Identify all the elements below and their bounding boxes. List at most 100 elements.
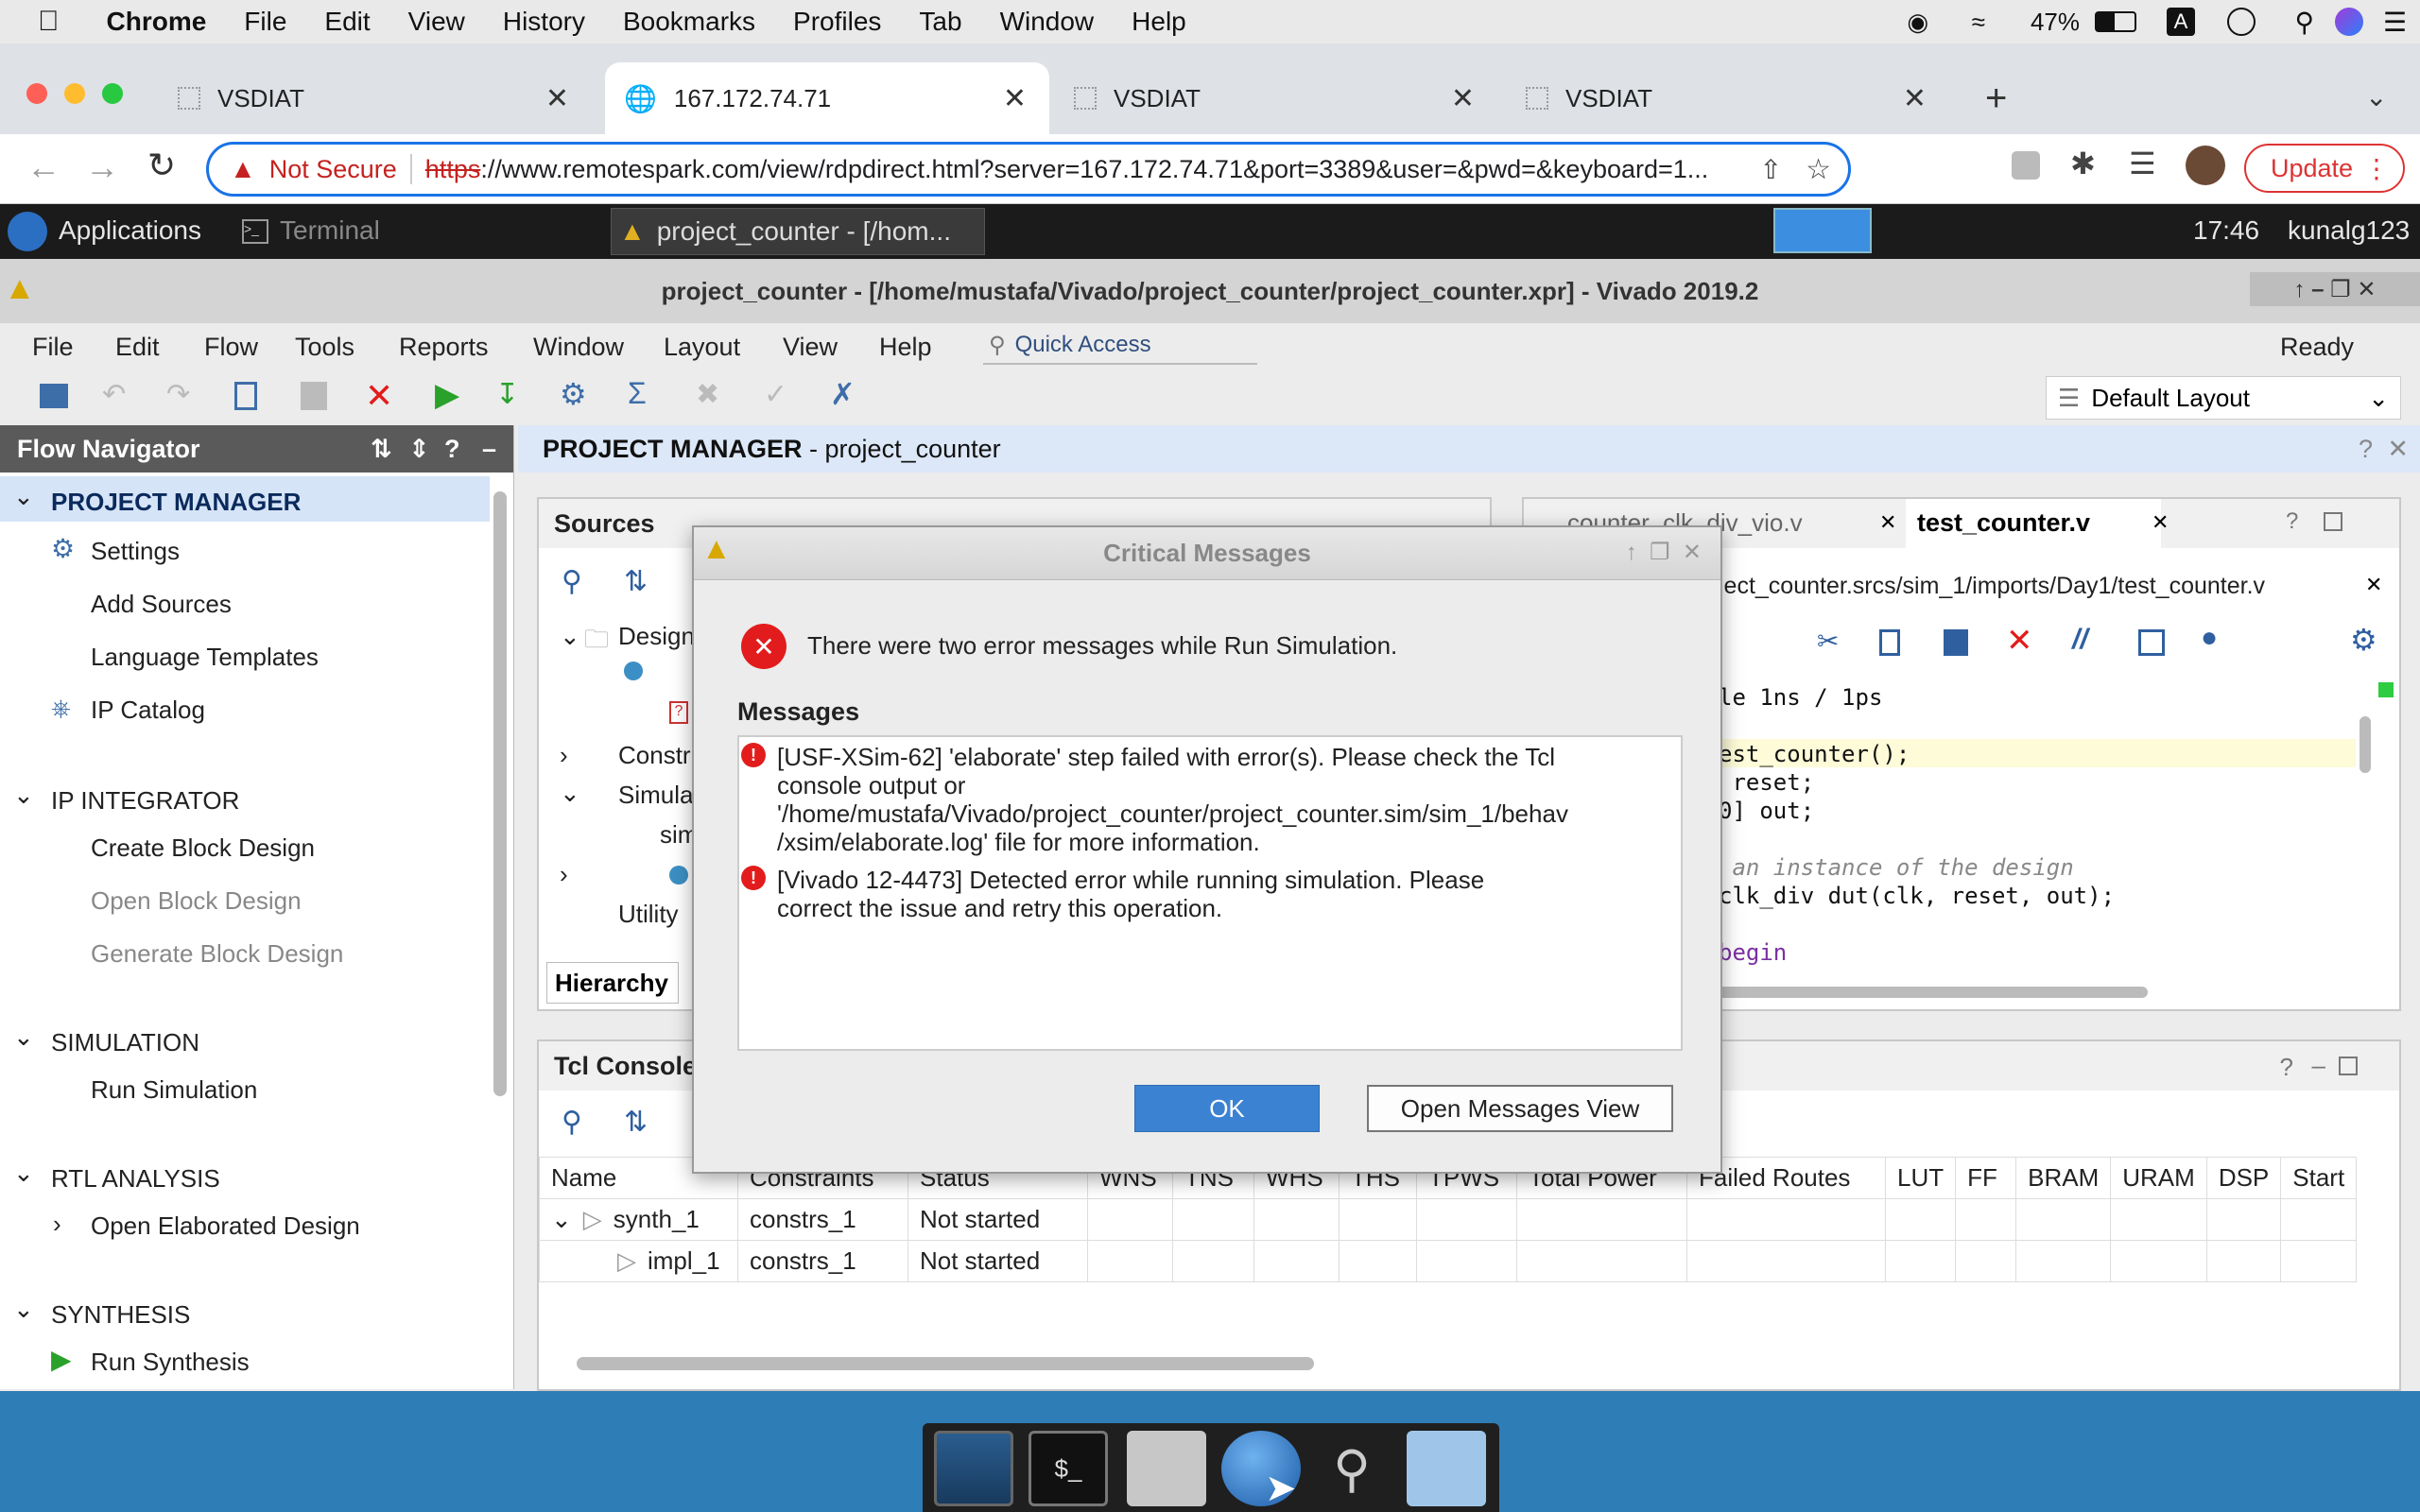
tab-vsdiat-3[interactable]: VSDIAT ✕ xyxy=(1514,62,1949,134)
app-menu[interactable]: Chrome xyxy=(107,7,207,37)
col-start[interactable]: Start xyxy=(2280,1157,2358,1199)
vmenu-reports[interactable]: Reports xyxy=(399,333,489,362)
col-ff[interactable]: FF xyxy=(1955,1157,2017,1199)
runs-hscrollbar[interactable] xyxy=(577,1357,1314,1370)
tree-constraints[interactable]: Constr xyxy=(618,741,691,770)
paste-icon[interactable] xyxy=(1944,629,1968,656)
search-icon[interactable]: ⚲ xyxy=(562,565,582,598)
collapse-all-icon[interactable]: ⇅ xyxy=(371,435,392,464)
expand-icon[interactable]: ⇕ xyxy=(408,435,430,464)
nav-add-sources[interactable]: Add Sources xyxy=(91,590,232,619)
run-name-cell[interactable]: ⌄ ▷ synth_1 xyxy=(539,1198,738,1241)
bulb-icon[interactable]: ● xyxy=(2201,622,2218,654)
settings-gear-icon[interactable]: ⚙ xyxy=(560,376,587,412)
copy-icon[interactable] xyxy=(234,382,257,410)
xfce-logo-icon[interactable] xyxy=(8,212,47,251)
chevron-down-icon[interactable]: ⌄ xyxy=(560,622,580,651)
block-icon[interactable] xyxy=(2138,629,2165,656)
close-icon[interactable]: ✕ xyxy=(2152,510,2169,535)
chevron-right-icon[interactable]: › xyxy=(53,1210,61,1239)
vmenu-flow[interactable]: Flow xyxy=(204,333,258,362)
terminal-icon[interactable]: $_ xyxy=(1028,1431,1108,1506)
chevron-right-icon[interactable]: › xyxy=(560,741,568,770)
nav-project-manager[interactable]: PROJECT MANAGER xyxy=(51,488,301,517)
chevron-down-icon[interactable]: ⌄ xyxy=(13,1022,34,1052)
vmenu-help[interactable]: Help xyxy=(879,333,932,362)
delete-icon[interactable]: ✕ xyxy=(2006,622,2033,660)
flow-nav-scrollbar[interactable] xyxy=(493,491,507,1096)
nav-open-elaborated-design[interactable]: Open Elaborated Design xyxy=(91,1211,360,1241)
vmenu-view[interactable]: View xyxy=(783,333,838,362)
vmenu-window[interactable]: Window xyxy=(533,333,624,362)
nav-ip-integrator[interactable]: IP INTEGRATOR xyxy=(51,786,239,816)
new-tab-icon[interactable]: + xyxy=(1985,77,2007,120)
tree-utility[interactable]: Utility xyxy=(618,900,679,929)
home-folder-icon[interactable] xyxy=(1127,1431,1206,1506)
tab-vsdiat-2[interactable]: VSDIAT ✕ xyxy=(1063,62,1497,134)
open-messages-view-button[interactable]: Open Messages View xyxy=(1367,1085,1673,1132)
window-controls[interactable]: ↑ – ❐ ✕ xyxy=(2250,272,2420,306)
paste-icon[interactable] xyxy=(301,382,327,410)
ok-button[interactable]: OK xyxy=(1134,1085,1320,1132)
extensions-icon[interactable] xyxy=(2012,151,2040,180)
control-center-icon[interactable]: ☰ xyxy=(2383,7,2407,38)
search-icon[interactable]: ⚲ xyxy=(562,1106,582,1139)
nav-language-templates[interactable]: Language Templates xyxy=(91,643,319,672)
col-bram[interactable]: BRAM xyxy=(2015,1157,2112,1199)
help-icon[interactable]: ? xyxy=(2359,435,2373,464)
auto-connect-icon[interactable]: ✖ xyxy=(696,378,719,411)
menu-help[interactable]: Help xyxy=(1132,7,1186,37)
reload-icon[interactable]: ↻ xyxy=(147,146,176,185)
forward-icon[interactable]: → xyxy=(85,147,119,187)
table-row[interactable]: ⌄ ▷ synth_1 constrs_1 Not started xyxy=(539,1198,2358,1241)
menu-tab[interactable]: Tab xyxy=(919,7,961,37)
chevron-down-icon[interactable]: ⌄ xyxy=(13,1159,34,1188)
nav-create-block-design[interactable]: Create Block Design xyxy=(91,833,315,863)
undo-icon[interactable]: ↶ xyxy=(102,378,126,411)
nav-rtl-analysis[interactable]: RTL ANALYSIS xyxy=(51,1164,220,1194)
maximize-icon[interactable] xyxy=(2324,512,2342,531)
window-zoom-dot[interactable] xyxy=(102,83,123,104)
wifi-icon[interactable]: ≈ xyxy=(1972,8,1985,37)
minimize-icon[interactable]: – xyxy=(2312,1051,2325,1080)
window-minimize-dot[interactable] xyxy=(64,83,85,104)
chevron-down-icon[interactable]: ⌄ xyxy=(13,781,34,810)
window-close-dot[interactable] xyxy=(26,83,47,104)
tab-search-icon[interactable]: ⌄ xyxy=(2365,81,2387,112)
minimize-icon[interactable]: – xyxy=(482,435,496,464)
menu-profiles[interactable]: Profiles xyxy=(793,7,881,37)
chevron-down-icon[interactable]: ⌄ xyxy=(560,779,580,808)
chevron-down-icon[interactable]: ⌄ xyxy=(551,1205,572,1233)
close-icon[interactable]: ✕ xyxy=(2387,435,2409,464)
editor-vscrollbar[interactable] xyxy=(2360,716,2371,773)
workspace-switcher[interactable] xyxy=(1773,208,1872,253)
vmenu-tools[interactable]: Tools xyxy=(295,333,354,362)
chevron-right-icon[interactable]: › xyxy=(560,860,568,889)
tab-test-counter[interactable]: test_counter.v xyxy=(1906,499,2161,548)
program-icon[interactable]: ↧ xyxy=(495,378,519,411)
open-project-icon[interactable] xyxy=(40,384,68,408)
col-uram[interactable]: URAM xyxy=(2110,1157,2207,1199)
share-icon[interactable]: ⇧ xyxy=(1760,154,1782,185)
gear-icon[interactable]: ⚙ xyxy=(2350,622,2377,658)
chevron-down-icon[interactable]: ⌄ xyxy=(13,482,34,511)
messages-list[interactable]: ! [USF-XSim-62] 'elaborate' step failed … xyxy=(737,735,1683,1051)
nav-generate-block-design[interactable]: Generate Block Design xyxy=(91,939,343,969)
applications-menu[interactable]: Applications xyxy=(59,215,201,246)
redo-icon[interactable]: ↷ xyxy=(166,378,190,411)
apple-icon[interactable]:  xyxy=(38,6,60,38)
nav-synthesis[interactable]: SYNTHESIS xyxy=(51,1300,190,1330)
comment-icon[interactable]: // xyxy=(2072,624,2088,656)
run-icon[interactable]: ▶ xyxy=(435,376,459,414)
nav-settings[interactable]: Settings xyxy=(91,537,180,566)
close-icon[interactable]: ✕ xyxy=(1903,82,1927,115)
menu-bookmarks[interactable]: Bookmarks xyxy=(623,7,755,37)
puzzle-icon[interactable]: ✱ xyxy=(2070,146,2096,181)
col-dsp[interactable]: DSP xyxy=(2205,1157,2282,1199)
tree-simulation[interactable]: Simula xyxy=(618,781,693,810)
list-item[interactable]: ! [Vivado 12-4473] Detected error while … xyxy=(739,860,1681,926)
battery-icon[interactable] xyxy=(2095,11,2136,32)
address-bar[interactable]: ▲ Not Secure https ://www.remotespark.co… xyxy=(206,142,1851,197)
tools-icon[interactable]: ✗ xyxy=(830,376,856,412)
hierarchy-tab[interactable]: Hierarchy xyxy=(546,962,679,1004)
